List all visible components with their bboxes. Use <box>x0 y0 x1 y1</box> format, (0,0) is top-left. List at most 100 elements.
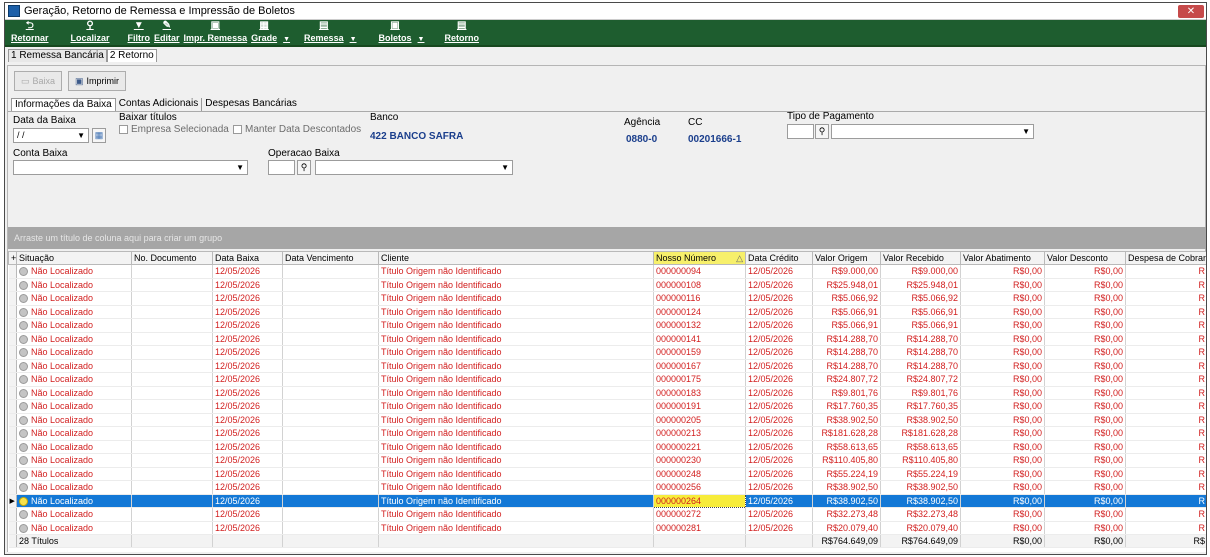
table-row[interactable]: Não Localizado 12/05/2026 Título Origem nã… <box>8 264 1206 279</box>
row-indicator[interactable] <box>8 521 17 535</box>
cell-valor-recebido: R$5.066,91 <box>880 305 961 319</box>
filtro-button[interactable]: ▼ Filtro <box>128 21 151 45</box>
cell-data-baixa: 12/05/2026 <box>212 345 283 360</box>
table-row[interactable]: Não Localizado 12/05/2026 Título Origem nã… <box>8 332 1206 346</box>
col-nosso-numero[interactable]: Nosso Número △ <box>653 251 746 265</box>
tipo-pagamento-select[interactable]: ▼ <box>831 124 1034 139</box>
row-indicator[interactable] <box>8 345 17 360</box>
chevron-down-icon: ▼ <box>349 36 357 43</box>
tab-despesas-bancarias[interactable]: Despesas Bancárias <box>202 98 300 111</box>
remessa-button[interactable]: ▤ Remessa ▼ <box>304 21 356 45</box>
table-row[interactable]: Não Localizado 12/05/2026 Título Origem nã… <box>8 305 1206 319</box>
table-row[interactable]: Não Localizado 12/05/2026 Título Origem nã… <box>8 521 1206 535</box>
row-indicator[interactable] <box>8 332 17 346</box>
col-data-vencimento[interactable]: Data Vencimento <box>282 251 379 265</box>
row-indicator[interactable] <box>8 305 17 319</box>
cell-valor-recebido: R$20.079,40 <box>880 521 961 535</box>
retornar-button[interactable]: ⮌ Retornar <box>11 21 49 45</box>
table-row[interactable]: Não Localizado 12/05/2026 Título Origem nã… <box>8 372 1206 387</box>
cell-valor-desconto: R$0,00 <box>1044 426 1126 441</box>
table-row[interactable]: Não Localizado 12/05/2026 Título Origem nã… <box>8 291 1206 306</box>
row-indicator[interactable] <box>8 426 17 441</box>
cell-cliente: Título Origem não Identificado <box>378 440 654 454</box>
col-no-documento[interactable]: No. Documento <box>131 251 213 265</box>
table-row[interactable]: Não Localizado 12/05/2026 Título Origem nã… <box>8 345 1206 360</box>
expand-header[interactable]: + <box>8 251 17 265</box>
conta-baixa-select[interactable]: ▼ <box>13 160 248 175</box>
table-row[interactable]: Não Localizado 12/05/2026 Título Origem nã… <box>8 426 1206 441</box>
cell-despesa-cobranca: R <box>1125 359 1206 373</box>
table-row[interactable]: ▶ Não Localizado 12/05/2026 Título Origem n… <box>8 493 1206 508</box>
situacao-text: Não Localizado <box>31 455 94 466</box>
operacao-baixa-code[interactable] <box>268 160 295 175</box>
col-situacao[interactable]: Situação <box>16 251 132 265</box>
cell-valor-abatimento: R$0,00 <box>960 291 1045 306</box>
table-row[interactable]: Não Localizado 12/05/2026 Título Origem nã… <box>8 440 1206 454</box>
row-indicator[interactable] <box>8 318 17 333</box>
empresa-selecionada-checkbox[interactable]: Empresa Selecionada <box>119 124 229 135</box>
row-indicator-icon[interactable]: ▶ <box>8 494 17 508</box>
retorno-button[interactable]: ▤ Retorno <box>444 21 479 45</box>
baixa-button[interactable]: ▭ Baixa <box>14 71 63 91</box>
row-indicator[interactable] <box>8 372 17 387</box>
tab-contas-adicionais[interactable]: Contas Adicionais <box>116 98 203 111</box>
cell-valor-abatimento: R$0,00 <box>960 440 1045 454</box>
col-cliente[interactable]: Cliente <box>378 251 654 265</box>
localizar-button[interactable]: ⚲ Localizar <box>71 21 110 45</box>
table-row[interactable]: Não Localizado 12/05/2026 Título Origem nã… <box>8 359 1206 373</box>
tab-remessa-bancaria[interactable]: 1 Remessa Bancária <box>8 49 107 62</box>
boletos-button[interactable]: ▣ Boletos ▼ <box>379 21 425 45</box>
row-indicator[interactable] <box>8 264 17 279</box>
cell-doc <box>131 318 213 333</box>
cell-valor-recebido: R$5.066,91 <box>880 318 961 333</box>
cell-data-baixa: 12/05/2026 <box>212 291 283 306</box>
row-indicator[interactable] <box>8 278 17 292</box>
row-indicator[interactable] <box>8 467 17 481</box>
col-data-baixa[interactable]: Data Baixa <box>212 251 283 265</box>
cell-vencimento <box>282 278 379 292</box>
col-despesa-cobranca[interactable]: Despesa de Cobrança <box>1125 251 1206 265</box>
row-indicator[interactable] <box>8 386 17 400</box>
cell-situacao: Não Localizado <box>16 278 132 292</box>
table-row[interactable]: Não Localizado 12/05/2026 Título Origem nã… <box>8 507 1206 522</box>
impr-remessa-button[interactable]: ▣ Impr. Remessa <box>184 21 248 45</box>
tab-retorno[interactable]: 2 Retorno <box>106 49 157 62</box>
cell-data-credito: 12/05/2026 <box>745 467 813 481</box>
group-by-area[interactable]: Arraste um título de coluna aqui para cr… <box>8 227 1206 249</box>
table-row[interactable]: Não Localizado 12/05/2026 Título Origem nã… <box>8 453 1206 468</box>
table-row[interactable]: Não Localizado 12/05/2026 Título Origem nã… <box>8 386 1206 400</box>
row-indicator[interactable] <box>8 413 17 427</box>
search-icon[interactable]: ⚲ <box>815 124 829 139</box>
col-data-credito[interactable]: Data Crédito <box>745 251 813 265</box>
row-indicator[interactable] <box>8 453 17 468</box>
table-row[interactable]: Não Localizado 12/05/2026 Título Origem nã… <box>8 278 1206 292</box>
calendar-icon[interactable]: ▦ <box>92 128 106 143</box>
row-indicator[interactable] <box>8 440 17 454</box>
search-icon[interactable]: ⚲ <box>297 160 311 175</box>
imprimir-button[interactable]: ▣ Imprimir <box>68 71 127 91</box>
grade-button[interactable]: ▦ Grade ▼ <box>251 21 290 45</box>
col-valor-origem[interactable]: Valor Origem <box>812 251 881 265</box>
col-valor-desconto[interactable]: Valor Desconto <box>1044 251 1126 265</box>
row-indicator[interactable] <box>8 291 17 306</box>
tipo-pagamento-code[interactable] <box>787 124 814 139</box>
manter-data-checkbox[interactable]: Manter Data Descontados <box>233 124 361 135</box>
table-row[interactable]: Não Localizado 12/05/2026 Título Origem nã… <box>8 467 1206 481</box>
banco-label: Banco <box>370 112 399 123</box>
col-valor-abatimento[interactable]: Valor Abatimento <box>960 251 1045 265</box>
operacao-baixa-select[interactable]: ▼ <box>315 160 513 175</box>
editar-button[interactable]: ✎ Editar <box>154 21 180 45</box>
row-indicator[interactable] <box>8 480 17 495</box>
row-indicator[interactable] <box>8 399 17 414</box>
data-baixa-field[interactable]: / / ▼ <box>13 128 89 143</box>
tab-informacoes-baixa[interactable]: Informações da Baixa <box>11 98 116 111</box>
table-row[interactable]: Não Localizado 12/05/2026 Título Origem nã… <box>8 399 1206 414</box>
row-indicator[interactable] <box>8 507 17 522</box>
table-row[interactable]: Não Localizado 12/05/2026 Título Origem nã… <box>8 413 1206 427</box>
table-row[interactable]: Não Localizado 12/05/2026 Título Origem nã… <box>8 480 1206 495</box>
table-row[interactable]: Não Localizado 12/05/2026 Título Origem nã… <box>8 318 1206 333</box>
cell-situacao: Não Localizado <box>16 440 132 454</box>
close-button[interactable]: ✕ <box>1178 4 1204 18</box>
row-indicator[interactable] <box>8 359 17 373</box>
col-valor-recebido[interactable]: Valor Recebido <box>880 251 961 265</box>
